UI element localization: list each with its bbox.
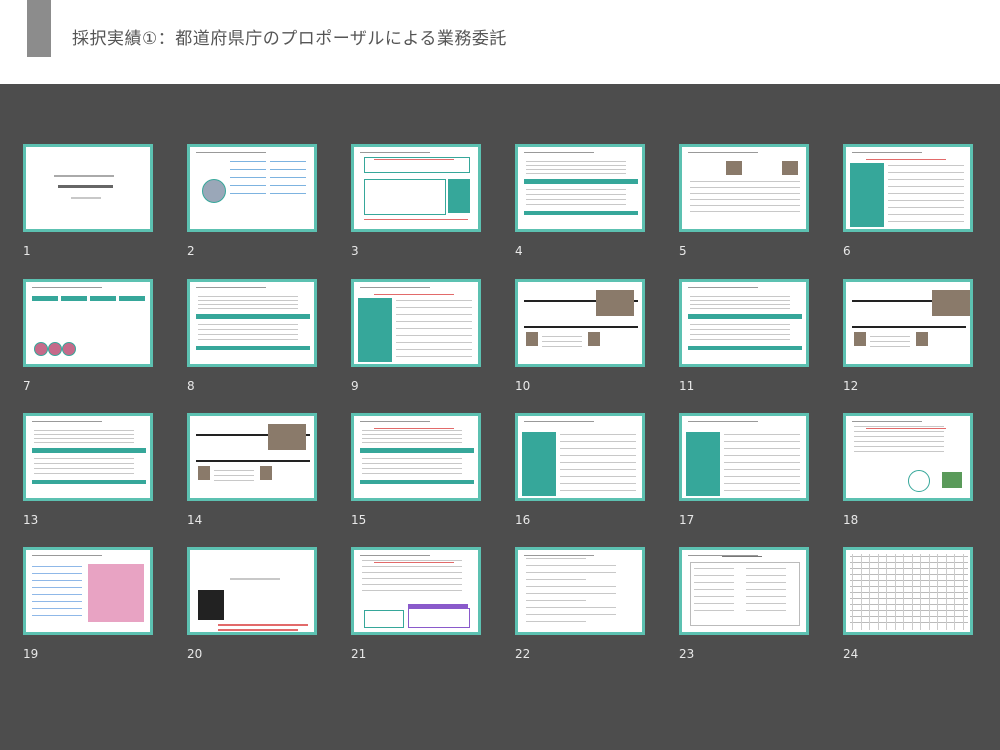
slide-thumbnail[interactable] <box>843 413 973 501</box>
header-accent-bar <box>27 0 51 57</box>
slide-number: 12 <box>843 379 859 393</box>
slide-thumbnail[interactable] <box>351 144 481 232</box>
slide-thumbnail[interactable] <box>515 144 645 232</box>
slide-number: 17 <box>679 513 695 527</box>
slide-thumbnail[interactable] <box>23 547 153 635</box>
slide-number: 24 <box>843 647 859 661</box>
slide-thumbnail[interactable] <box>187 547 317 635</box>
slide-number: 5 <box>679 244 687 258</box>
slide-number: 16 <box>515 513 531 527</box>
slide-thumbnail[interactable] <box>515 413 645 501</box>
slide-number: 11 <box>679 379 695 393</box>
slide-thumbnail[interactable] <box>187 144 317 232</box>
page-title: 採択実績①：都道府県庁のプロポーザルによる業務委託 <box>72 29 507 49</box>
slide-thumbnail[interactable] <box>843 144 973 232</box>
slide-number: 7 <box>23 379 31 393</box>
slide-number: 13 <box>23 513 39 527</box>
slide-number: 6 <box>843 244 851 258</box>
slide-number: 10 <box>515 379 531 393</box>
slide-number: 15 <box>351 513 367 527</box>
slide-number: 18 <box>843 513 859 527</box>
slide-thumbnail[interactable] <box>351 279 481 367</box>
slide-thumbnail[interactable] <box>23 279 153 367</box>
slide-thumbnail[interactable] <box>515 547 645 635</box>
slide-thumbnail[interactable] <box>843 547 973 635</box>
slide-thumbnail[interactable] <box>187 413 317 501</box>
slide-number: 21 <box>351 647 367 661</box>
slide-thumbnail[interactable] <box>23 144 153 232</box>
slide-number: 20 <box>187 647 203 661</box>
slide-number: 9 <box>351 379 359 393</box>
slide-thumbnail[interactable] <box>679 547 809 635</box>
slide-number: 23 <box>679 647 695 661</box>
page-header: 採択実績①：都道府県庁のプロポーザルによる業務委託 <box>0 0 1000 84</box>
slide-thumbnail[interactable] <box>351 413 481 501</box>
slide-number: 14 <box>187 513 203 527</box>
slide-thumbnail[interactable] <box>843 279 973 367</box>
slide-number: 1 <box>23 244 31 258</box>
slide-thumbnail[interactable] <box>679 279 809 367</box>
slide-number: 22 <box>515 647 531 661</box>
slide-thumbnail[interactable] <box>351 547 481 635</box>
slide-thumbnail[interactable] <box>515 279 645 367</box>
slide-number: 19 <box>23 647 39 661</box>
slide-number: 8 <box>187 379 195 393</box>
slide-number: 2 <box>187 244 195 258</box>
slide-thumbnail[interactable] <box>679 413 809 501</box>
slide-thumbnail[interactable] <box>679 144 809 232</box>
slide-thumbnail[interactable] <box>187 279 317 367</box>
slide-number: 4 <box>515 244 523 258</box>
slide-thumbnail[interactable] <box>23 413 153 501</box>
slide-number: 3 <box>351 244 359 258</box>
